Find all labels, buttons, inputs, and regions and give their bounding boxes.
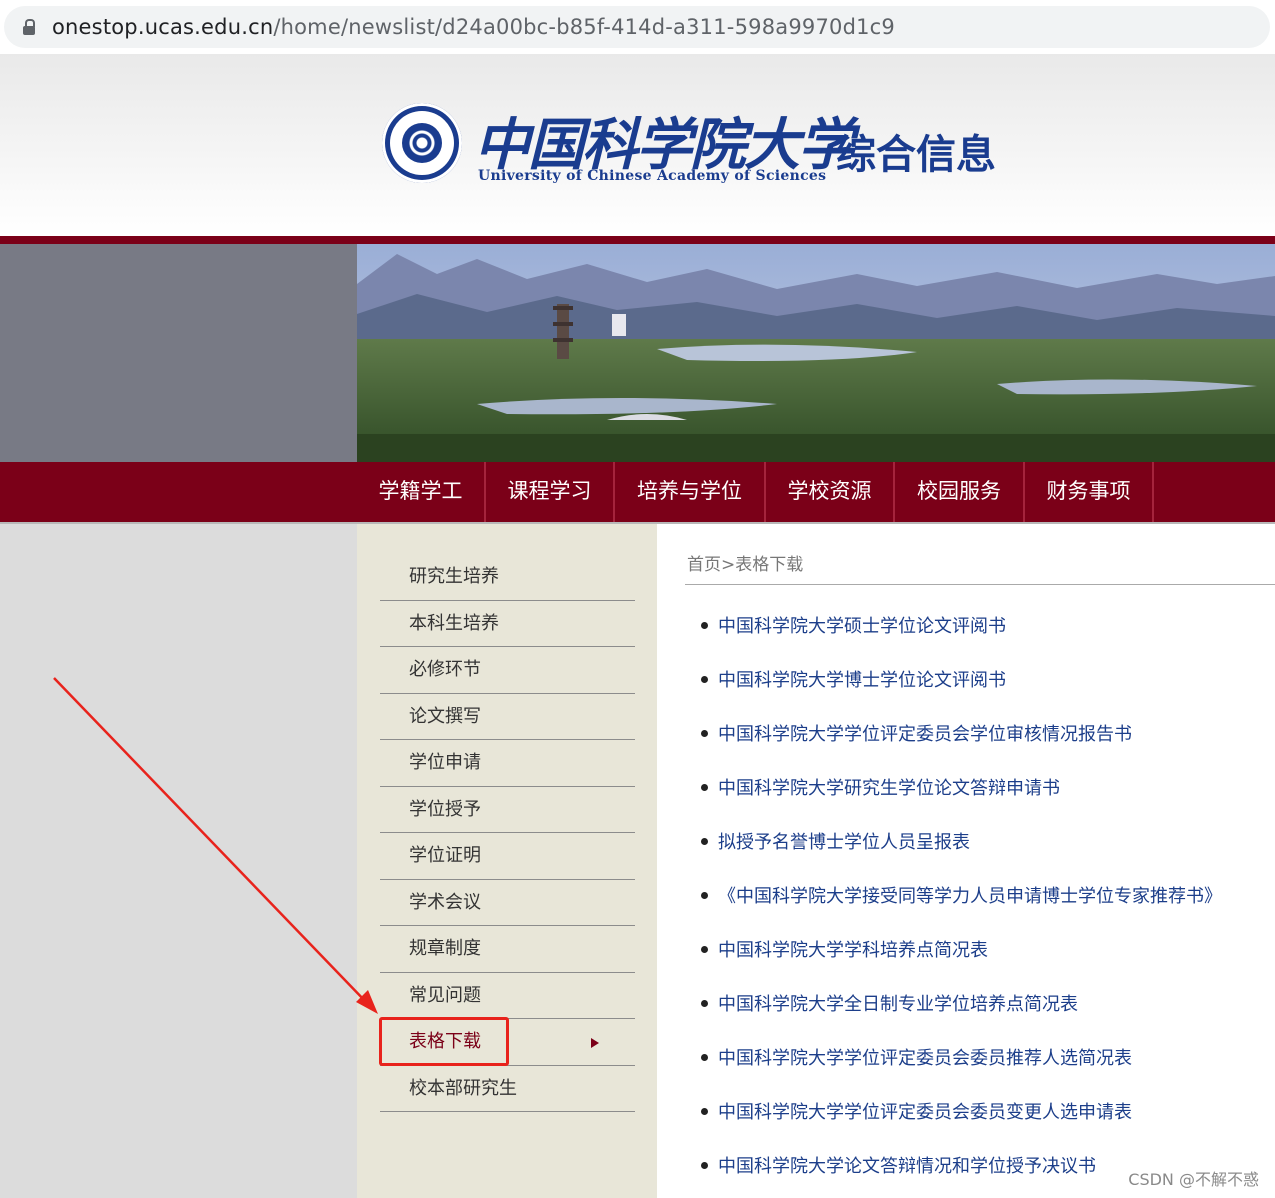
url-path: /home/newslist/d24a00bc-b85f-414d-a311-5… [273, 15, 895, 39]
sidebar: 研究生培养 本科生培养 必修环节 论文撰写 学位申请 学位授予 学位证明 学术会… [357, 524, 657, 1198]
sidebar-item-degree-application[interactable]: 学位申请 [380, 740, 635, 787]
news-link[interactable]: 中国科学院大学硕士学位论文评阅书 [718, 612, 1006, 638]
ucas-emblem-icon[interactable] [382, 103, 462, 183]
list-item: 拟授予名誉博士学位人员呈报表 [701, 814, 1222, 868]
nav-item-training-degree[interactable]: 培养与学位 [615, 462, 766, 522]
site-title: 综合信息 [836, 131, 996, 178]
main-navbar: 学籍学工 课程学习 培养与学位 学校资源 校园服务 财务事项 [0, 462, 1275, 522]
nav-item-school-resources[interactable]: 学校资源 [766, 462, 895, 522]
sidebar-item-academic-conference[interactable]: 学术会议 [380, 880, 635, 926]
news-link[interactable]: 中国科学院大学学位评定委员会委员变更人选申请表 [718, 1098, 1132, 1124]
list-item: 中国科学院大学硕士学位论文评阅书 [701, 598, 1222, 652]
list-item: 中国科学院大学学科培养点简况表 [701, 922, 1222, 976]
lock-icon[interactable] [22, 19, 36, 35]
bullet-icon [701, 891, 708, 899]
bullet-icon [701, 999, 708, 1007]
news-link[interactable]: 《中国科学院大学接受同等学力人员申请博士学位专家推荐书》 [718, 882, 1222, 908]
bullet-icon [701, 1053, 708, 1061]
active-arrow-icon [591, 1038, 599, 1048]
bullet-icon [701, 1161, 708, 1169]
nav-item-student-affairs[interactable]: 学籍学工 [357, 462, 486, 522]
nav-item-campus-services[interactable]: 校园服务 [895, 462, 1025, 522]
news-link[interactable]: 中国科学院大学学位评定委员会委员推荐人选简况表 [718, 1044, 1132, 1070]
bullet-icon [701, 1107, 708, 1115]
sidebar-item-main-campus-graduates[interactable]: 校本部研究生 [380, 1066, 635, 1112]
banner-side-panel [0, 244, 357, 462]
bullet-icon [701, 783, 708, 791]
news-link[interactable]: 中国科学院大学学科培养点简况表 [718, 936, 988, 962]
list-item: 中国科学院大学学位评定委员会委员变更人选申请表 [701, 1084, 1222, 1138]
news-link[interactable]: 拟授予名誉博士学位人员呈报表 [718, 828, 970, 854]
watermark: CSDN @不解不惑 [1128, 1170, 1259, 1189]
list-item: 中国科学院大学博士学位论文评阅书 [701, 652, 1222, 706]
url-field[interactable]: onestop.ucas.edu.cn/home/newslist/d24a00… [4, 6, 1270, 48]
sidebar-item-degree-certificate[interactable]: 学位证明 [380, 833, 635, 880]
news-link[interactable]: 中国科学院大学学位评定委员会学位审核情况报告书 [718, 720, 1132, 746]
main-content: 首页>表格下载 中国科学院大学硕士学位论文评阅书 中国科学院大学博士学位论文评阅… [657, 524, 1275, 1198]
bullet-icon [701, 945, 708, 953]
news-link[interactable]: 中国科学院大学论文答辩情况和学位授予决议书 [718, 1152, 1096, 1178]
sidebar-item-regulations[interactable]: 规章制度 [380, 926, 635, 973]
bullet-icon [701, 729, 708, 737]
url-text[interactable]: onestop.ucas.edu.cn/home/newslist/d24a00… [52, 15, 895, 39]
header-divider [0, 236, 1275, 244]
bullet-icon [701, 675, 708, 683]
nav-menu: 学籍学工 课程学习 培养与学位 学校资源 校园服务 财务事项 [357, 462, 1154, 522]
nav-item-courses[interactable]: 课程学习 [486, 462, 615, 522]
sidebar-item-graduate-training[interactable]: 研究生培养 [380, 554, 635, 601]
news-list: 中国科学院大学硕士学位论文评阅书 中国科学院大学博士学位论文评阅书 中国科学院大… [701, 598, 1222, 1192]
sidebar-item-degree-conferral[interactable]: 学位授予 [380, 787, 635, 833]
url-host: onestop.ucas.edu.cn [52, 15, 274, 39]
news-link[interactable]: 中国科学院大学博士学位论文评阅书 [718, 666, 1006, 692]
news-link[interactable]: 中国科学院大学全日制专业学位培养点简况表 [718, 990, 1078, 1016]
browser-address-bar: onestop.ucas.edu.cn/home/newslist/d24a00… [0, 0, 1275, 54]
site-header: 中国科学院大学 University of Chinese Academy of… [0, 54, 1275, 236]
list-item: 中国科学院大学全日制专业学位培养点简况表 [701, 976, 1222, 1030]
bullet-icon [701, 621, 708, 629]
sidebar-item-thesis-writing[interactable]: 论文撰写 [380, 694, 635, 740]
nav-item-finance[interactable]: 财务事项 [1025, 462, 1154, 522]
breadcrumb-divider [685, 584, 1275, 585]
campus-banner-image [357, 244, 1275, 462]
annotation-highlight-box [379, 1017, 509, 1066]
sidebar-item-undergraduate-training[interactable]: 本科生培养 [380, 601, 635, 647]
news-link[interactable]: 中国科学院大学研究生学位论文答辩申请书 [718, 774, 1060, 800]
sidebar-item-faq[interactable]: 常见问题 [380, 973, 635, 1019]
breadcrumb[interactable]: 首页>表格下载 [687, 550, 803, 575]
list-item: 中国科学院大学研究生学位论文答辩申请书 [701, 760, 1222, 814]
bullet-icon [701, 837, 708, 845]
sidebar-item-required-sections[interactable]: 必修环节 [380, 647, 635, 694]
list-item: 《中国科学院大学接受同等学力人员申请博士学位专家推荐书》 [701, 868, 1222, 922]
list-item: 中国科学院大学学位评定委员会学位审核情况报告书 [701, 706, 1222, 760]
list-item: 中国科学院大学学位评定委员会委员推荐人选简况表 [701, 1030, 1222, 1084]
logo-english-name[interactable]: University of Chinese Academy of Science… [478, 168, 826, 184]
